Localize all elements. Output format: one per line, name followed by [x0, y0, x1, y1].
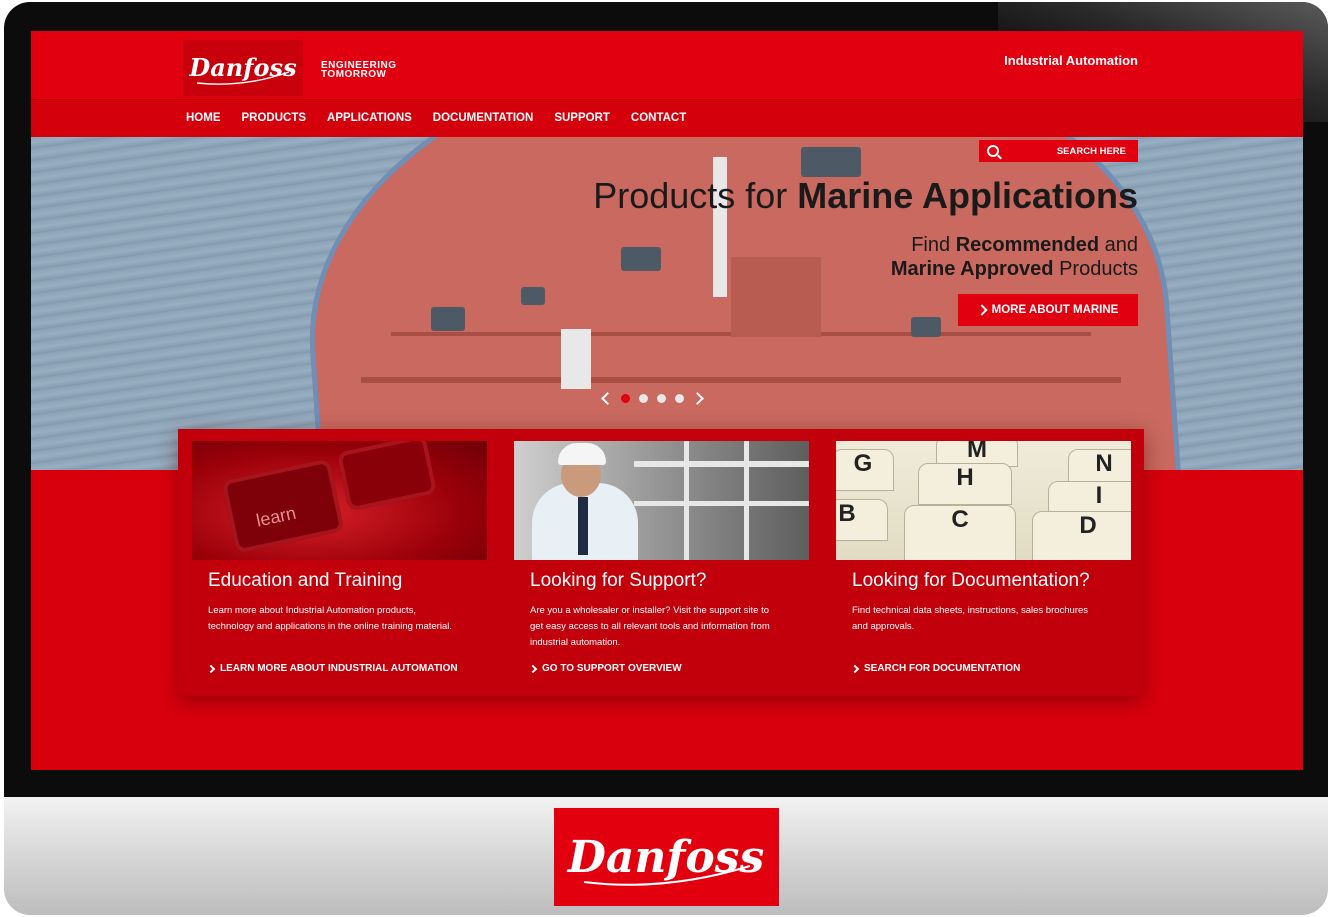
- pipe: [634, 501, 809, 506]
- keyboard-key: [336, 441, 438, 512]
- deck-rail: [361, 377, 1121, 383]
- carousel-controls: [601, 392, 704, 405]
- site-logo[interactable]: Danfoss: [183, 40, 303, 96]
- file-tabs-image: G M N H I C D B: [836, 441, 1131, 560]
- cta-label: MORE ABOUT MARINE: [991, 304, 1119, 316]
- chevron-right-icon: [975, 304, 988, 316]
- card-body: Are you a wholesaler or installer? Visit…: [530, 605, 770, 648]
- deck-ladder: [561, 329, 591, 389]
- carousel-dot-4[interactable]: [675, 394, 684, 403]
- svg-text:Danfoss: Danfoss: [188, 53, 297, 82]
- deck-equipment: [431, 307, 465, 331]
- support-engineer-image: [514, 441, 809, 560]
- support-overview-link[interactable]: GO TO SUPPORT OVERVIEW: [528, 663, 682, 674]
- danfoss-logo: Danfoss: [566, 832, 764, 886]
- nav-documentation[interactable]: DOCUMENTATION: [433, 112, 534, 124]
- hero-sub-1a: Find: [911, 234, 956, 256]
- main-nav: HOME PRODUCTS APPLICATIONS DOCUMENTATION…: [31, 99, 1303, 138]
- site-header: Danfoss ENGINEERING TOMORROW Industrial …: [31, 31, 1303, 99]
- card-title: Looking for Support?: [530, 570, 707, 591]
- key-label: learn: [254, 502, 298, 531]
- file-tab: D: [1032, 511, 1131, 560]
- chin-logo: Danfoss: [554, 808, 779, 906]
- browser-screen: Danfoss ENGINEERING TOMORROW Industrial …: [31, 31, 1303, 770]
- keyboard-key: learn: [221, 458, 345, 554]
- nav-contact[interactable]: CONTACT: [631, 112, 686, 124]
- deck-equipment: [621, 247, 661, 271]
- hero-sub-1b: Recommended: [955, 234, 1100, 256]
- deck-equipment: [801, 147, 861, 177]
- card-title: Education and Training: [208, 570, 403, 591]
- search-placeholder: SEARCH HERE: [1056, 146, 1126, 157]
- nav-applications[interactable]: APPLICATIONS: [327, 112, 412, 124]
- link-label: SEARCH FOR DOCUMENTATION: [864, 663, 1021, 674]
- tie: [578, 497, 588, 555]
- chevron-right-icon: [206, 664, 216, 673]
- hero-title: Products for Marine Applications: [593, 175, 1138, 217]
- hero-title-bold: Marine Applications: [797, 175, 1138, 216]
- nav-support[interactable]: SUPPORT: [554, 112, 610, 124]
- learn-more-link[interactable]: LEARN MORE ABOUT INDUSTRIAL AUTOMATION: [206, 663, 458, 674]
- nav-home[interactable]: HOME: [186, 112, 221, 124]
- link-label: LEARN MORE ABOUT INDUSTRIAL AUTOMATION: [220, 663, 458, 674]
- deck-equipment: [911, 317, 941, 337]
- search-box[interactable]: SEARCH HERE: [979, 140, 1138, 162]
- file-tab: B: [836, 499, 888, 541]
- carousel-dot-3[interactable]: [657, 394, 666, 403]
- chevron-right-icon: [528, 664, 538, 673]
- nav-products[interactable]: PRODUCTS: [242, 112, 307, 124]
- carousel-dot-1[interactable]: [621, 394, 630, 403]
- region-link[interactable]: Industrial Automation: [1004, 53, 1138, 68]
- more-about-marine-button[interactable]: MORE ABOUT MARINE: [958, 294, 1138, 326]
- hero-subtitle: Find Recommended and Marine Approved Pro…: [891, 233, 1138, 281]
- feature-cards: learn Education and Training Learn more …: [178, 429, 1144, 696]
- svg-text:Danfoss: Danfoss: [566, 832, 764, 883]
- hero-title-light: Products for: [593, 175, 798, 216]
- hero-banner: SEARCH HERE Products for Marine Applicat…: [31, 137, 1303, 470]
- link-label: GO TO SUPPORT OVERVIEW: [542, 663, 682, 674]
- hero-sub-1c: and: [1099, 234, 1138, 256]
- deck-equipment: [521, 287, 545, 305]
- learn-key-image: learn: [192, 441, 487, 560]
- tagline-line2: TOMORROW: [321, 69, 387, 80]
- carousel-next-icon[interactable]: [691, 392, 704, 405]
- file-tab: G: [836, 449, 894, 491]
- carousel-dot-2[interactable]: [639, 394, 648, 403]
- hard-hat: [558, 443, 606, 465]
- card-documentation: G M N H I C D B Looking for Documentatio…: [822, 429, 1144, 696]
- tagline: ENGINEERING TOMORROW: [321, 61, 397, 80]
- card-body: Learn more about Industrial Automation p…: [208, 605, 452, 632]
- file-tab: C: [904, 505, 1016, 560]
- chevron-right-icon: [850, 664, 860, 673]
- pipe: [744, 441, 749, 560]
- deck-hatch: [731, 257, 821, 337]
- search-documentation-link[interactable]: SEARCH FOR DOCUMENTATION: [850, 663, 1021, 674]
- card-education: learn Education and Training Learn more …: [178, 429, 500, 696]
- hero-sub-2a: Marine Approved: [890, 258, 1054, 280]
- pipe: [684, 441, 689, 560]
- card-title: Looking for Documentation?: [852, 570, 1090, 591]
- card-support: Looking for Support? Are you a wholesale…: [500, 429, 822, 696]
- card-body: Find technical data sheets, instructions…: [852, 605, 1089, 632]
- file-tab: H: [918, 463, 1012, 505]
- danfoss-logo: Danfoss: [188, 53, 297, 85]
- hero-sub-2b: Products: [1053, 258, 1138, 280]
- carousel-prev-icon[interactable]: [601, 392, 614, 405]
- pipe: [634, 461, 809, 467]
- search-icon: [987, 145, 999, 157]
